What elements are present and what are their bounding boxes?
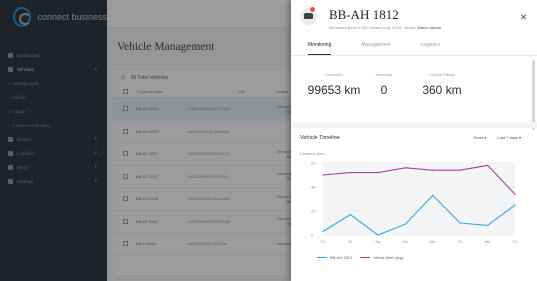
vehicle-detail-panel: BB-AH 1812 Mercedes-Benz E 300 Sedan lon… (291, 0, 537, 281)
data-point (432, 169, 434, 171)
data-point (349, 214, 352, 216)
plot-area (323, 163, 515, 235)
app-root: connect business Dashboard Vehicles▴ Man… (0, 0, 537, 281)
legend-label: BB-AH 1812 (330, 255, 353, 260)
x-tick-label: Th (513, 239, 518, 244)
legend-swatch (317, 256, 327, 259)
panel-scrollbar[interactable] (532, 60, 535, 130)
vehicle-stats: Odometer 99653 km Warnings 0 Vehicle Ran… (291, 72, 537, 112)
modal-backdrop[interactable] (0, 0, 291, 281)
vehicle-description: Mercedes-Benz E 300 Sedan long, 2016 · D… (329, 25, 417, 30)
legend-item[interactable]: Whole fleet (avg) (360, 255, 403, 260)
close-icon[interactable]: × (520, 11, 527, 23)
vehicle-avatar (300, 6, 317, 25)
car-icon (304, 13, 313, 19)
tab-monitoring[interactable]: Monitoring (308, 38, 332, 55)
tab-management[interactable]: Management (361, 38, 390, 55)
data-point (377, 234, 379, 236)
x-tick-label: Fr (349, 239, 353, 244)
tab-logistics[interactable]: Logistics (421, 38, 440, 55)
x-tick-label: We (485, 239, 492, 244)
data-point (432, 194, 434, 196)
x-tick-label: Su (403, 239, 408, 244)
data-point (377, 172, 379, 174)
data-point (404, 223, 406, 225)
panel-subtitle: Mercedes-Benz E 300 Sedan long, 2016 · D… (329, 25, 441, 30)
data-point (459, 169, 461, 171)
data-point (404, 167, 406, 169)
timeline-title: Vehicle Timeline (300, 135, 340, 141)
stat-value: 360 km (422, 83, 462, 97)
data-point (322, 230, 324, 232)
date-range-dropdown[interactable]: Last 7 days ▾ (497, 135, 521, 140)
alert-badge-icon (309, 6, 316, 13)
data-point (349, 172, 352, 174)
data-point (322, 174, 324, 176)
panel-title: BB-AH 1812 (329, 7, 399, 22)
y-tick-label: 40 (311, 185, 316, 190)
x-tick-label: Mo (430, 239, 436, 244)
y-tick-label: 0 (311, 233, 314, 238)
data-point (514, 204, 516, 206)
section-divider (291, 122, 537, 128)
data-point (514, 193, 516, 195)
data-point (486, 164, 489, 166)
stat-vehicle-range: Vehicle Range 360 km (407, 72, 477, 97)
filter-dropdown[interactable]: None ▾ (474, 135, 487, 140)
timeline-controls: None ▾ Last 7 days ▾ (464, 135, 521, 140)
x-tick-label: Tu (458, 239, 463, 244)
y-tick-label: 60 (311, 161, 316, 166)
chart-legend: BB-AH 1812 Whole fleet (avg) (317, 255, 411, 260)
x-tick-label: Sa (375, 239, 381, 244)
distance-chart: 0 20 40 60 Th Fr Sa Su Mo Tu We Th (311, 161, 518, 245)
panel-tabs: Monitoring Management Logistics (291, 38, 537, 56)
driver-name[interactable]: Marco Neuss (418, 25, 442, 30)
x-tick-label: Th (321, 239, 326, 244)
y-tick-label: 20 (311, 209, 316, 214)
data-point (486, 224, 489, 226)
data-point (459, 222, 461, 224)
stat-label: Vehicle Range (429, 72, 455, 77)
panel-header: BB-AH 1812 Mercedes-Benz E 300 Sedan lon… (291, 0, 537, 38)
legend-label: Whole fleet (avg) (373, 255, 404, 260)
legend-item[interactable]: BB-AH 1812 (317, 255, 352, 260)
legend-swatch (360, 256, 371, 259)
